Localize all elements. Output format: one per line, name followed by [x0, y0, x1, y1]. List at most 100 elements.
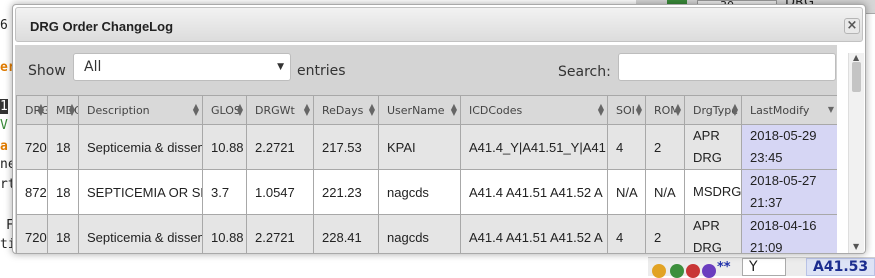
entries-length-select[interactable]: All ▼	[73, 53, 291, 81]
cell-drgtype-line1: MSDRG	[693, 184, 742, 199]
cell-soi: 4	[607, 124, 646, 170]
cell-drgtype-line2: DRG	[693, 240, 722, 253]
cell-drgtype-line1: APR	[693, 218, 720, 233]
cell-drg: 720	[16, 214, 48, 253]
column-header-description[interactable]: Description ▲ ▼	[78, 95, 203, 125]
sort-both-icon: ▲ ▼	[192, 102, 199, 117]
cell-lastmodify-time: 21:09	[750, 240, 783, 253]
column-header-label: ICDCodes	[469, 103, 523, 117]
cell-glos: 3.7	[202, 169, 247, 215]
sort-both-icon: ▲ ▼	[450, 102, 457, 117]
stars-indicator: **	[717, 260, 731, 275]
cell-redays: 228.41	[313, 214, 379, 253]
cell-user: KPAI	[378, 124, 461, 170]
cell-icd: A41.4 A41.51 A41.52 A	[460, 214, 608, 253]
sort-both-icon: ▲ ▼	[303, 102, 310, 117]
scroll-up-icon[interactable]: ▲	[853, 53, 859, 62]
cell-drgwt: 2.2721	[246, 124, 314, 170]
cell-lastmodify: 2018-05-29 23:45	[741, 124, 837, 170]
column-header-icdcodes[interactable]: ICDCodes ▲ ▼	[460, 95, 608, 125]
cell-drgtype: APR DRG	[684, 214, 742, 253]
cell-drgtype-line2: DRG	[693, 150, 722, 165]
cell-lastmodify-date: 2018-05-29	[750, 128, 817, 143]
cell-drg: 872	[16, 169, 48, 215]
cell-redays: 221.23	[313, 169, 379, 215]
column-header-label: ReDays	[322, 103, 364, 117]
cell-drgwt: 2.2721	[246, 214, 314, 253]
changelog-dialog: DRG Order ChangeLog × Show All ▼ entries…	[12, 4, 866, 254]
cell-rom: N/A	[645, 169, 685, 215]
background-text-fragment: 6	[0, 18, 8, 33]
cell-glos: 10.88	[202, 124, 247, 170]
show-label: Show	[28, 63, 66, 79]
dropdown-arrow-icon: ▼	[277, 62, 284, 72]
cell-mdc: 18	[47, 169, 79, 215]
sort-both-icon: ▲ ▼	[236, 102, 243, 117]
scrollbar-thumb[interactable]	[852, 62, 861, 92]
table-row[interactable]: 72018Septicemia & dissemin10.882.2721228…	[16, 214, 837, 253]
column-header-username[interactable]: UserName ▲ ▼	[378, 95, 461, 125]
vertical-scrollbar[interactable]: ▲ ▼	[848, 53, 864, 253]
column-header-soi[interactable]: SOI ▲ ▼	[607, 95, 646, 125]
table-row[interactable]: 87218SEPTICEMIA OR SEVER3.71.0547221.23n…	[16, 169, 837, 215]
search-label: Search:	[558, 64, 611, 80]
dialog-title: DRG Order ChangeLog	[30, 19, 174, 34]
sort-both-icon: ▲ ▼	[68, 102, 75, 117]
cell-drgtype: MSDRG	[684, 169, 742, 215]
entries-label: entries	[297, 63, 346, 79]
cell-user: nagcds	[378, 169, 461, 215]
cell-rom: 2	[645, 214, 685, 253]
cell-lastmodify-date: 2018-05-27	[750, 173, 817, 188]
sort-both-icon: ▲ ▼	[674, 102, 681, 117]
cell-lastmodify: 2018-05-27 21:37	[741, 169, 837, 215]
cell-desc: SEPTICEMIA OR SEVER	[78, 169, 203, 215]
column-header-mdc[interactable]: MDC▲ ▼	[47, 95, 79, 125]
cell-mdc: 18	[47, 214, 79, 253]
cell-lastmodify-time: 21:37	[750, 195, 783, 210]
table-body: 72018Septicemia & dissemin10.882.2721217…	[16, 124, 837, 253]
cell-mdc: 18	[47, 124, 79, 170]
scroll-down-icon[interactable]: ▼	[853, 242, 859, 251]
sort-both-icon: ▲ ▼	[635, 102, 642, 117]
column-header-drgwt[interactable]: DRGWt ▲ ▼	[246, 95, 314, 125]
cell-rom: 2	[645, 124, 685, 170]
column-header-redays[interactable]: ReDays ▲ ▼	[313, 95, 379, 125]
column-header-label: LastModify	[750, 103, 810, 117]
table-row[interactable]: 72018Septicemia & dissemin10.882.2721217…	[16, 124, 837, 170]
column-header-glos[interactable]: GLOS ▲ ▼	[202, 95, 247, 125]
column-header-rom[interactable]: ROM ▲ ▼	[645, 95, 685, 125]
sort-desc-icon: ▼	[827, 105, 834, 114]
column-header-label: SOI	[616, 103, 635, 117]
cell-drgtype: APR DRG	[684, 124, 742, 170]
cell-glos: 10.88	[202, 214, 247, 253]
column-header-label: DRG	[25, 103, 48, 117]
column-header-label: Description	[87, 103, 150, 117]
background-text-fragment: V	[0, 118, 8, 133]
background-text-fragment: a	[0, 139, 8, 154]
cell-drgtype-line1: APR	[693, 128, 720, 143]
background-bottom-select[interactable]: Y	[742, 258, 786, 276]
sort-both-icon: ▲ ▼	[597, 102, 604, 117]
cell-icd: A41.4 A41.51 A41.52 A	[460, 169, 608, 215]
cell-lastmodify: 2018-04-16 21:09	[741, 214, 837, 253]
sort-both-icon: ▲ ▼	[731, 102, 738, 117]
search-input[interactable]	[618, 53, 836, 81]
background-icd-code[interactable]: A41.53	[806, 258, 875, 276]
column-header-lastmodify[interactable]: LastModify ▼	[741, 95, 837, 125]
column-header-label: DRGWt	[255, 103, 295, 117]
column-header-drg[interactable]: DRG ▲ ▼	[16, 95, 48, 125]
cell-icd: A41.4_Y|A41.51_Y|A41	[460, 124, 608, 170]
column-header-drgtype[interactable]: DrgType ▲ ▼	[684, 95, 742, 125]
cell-lastmodify-time: 23:45	[750, 150, 783, 165]
table-controls: Show All ▼ entries Search:	[15, 45, 837, 97]
cell-desc: Septicemia & dissemin	[78, 124, 203, 170]
cell-drgwt: 1.0547	[246, 169, 314, 215]
cell-redays: 217.53	[313, 124, 379, 170]
dialog-titlebar[interactable]: DRG Order ChangeLog ×	[15, 7, 863, 42]
close-icon[interactable]: ×	[844, 18, 860, 34]
background-text-fragment: 1	[0, 99, 8, 114]
cell-desc: Septicemia & dissemin	[78, 214, 203, 253]
column-header-label: UserName	[387, 103, 445, 117]
cell-soi: N/A	[607, 169, 646, 215]
changelog-table: DRG▲ ▼MDC▲ ▼Description▲ ▼GLOS▲ ▼DRGWt▲ …	[16, 95, 837, 253]
